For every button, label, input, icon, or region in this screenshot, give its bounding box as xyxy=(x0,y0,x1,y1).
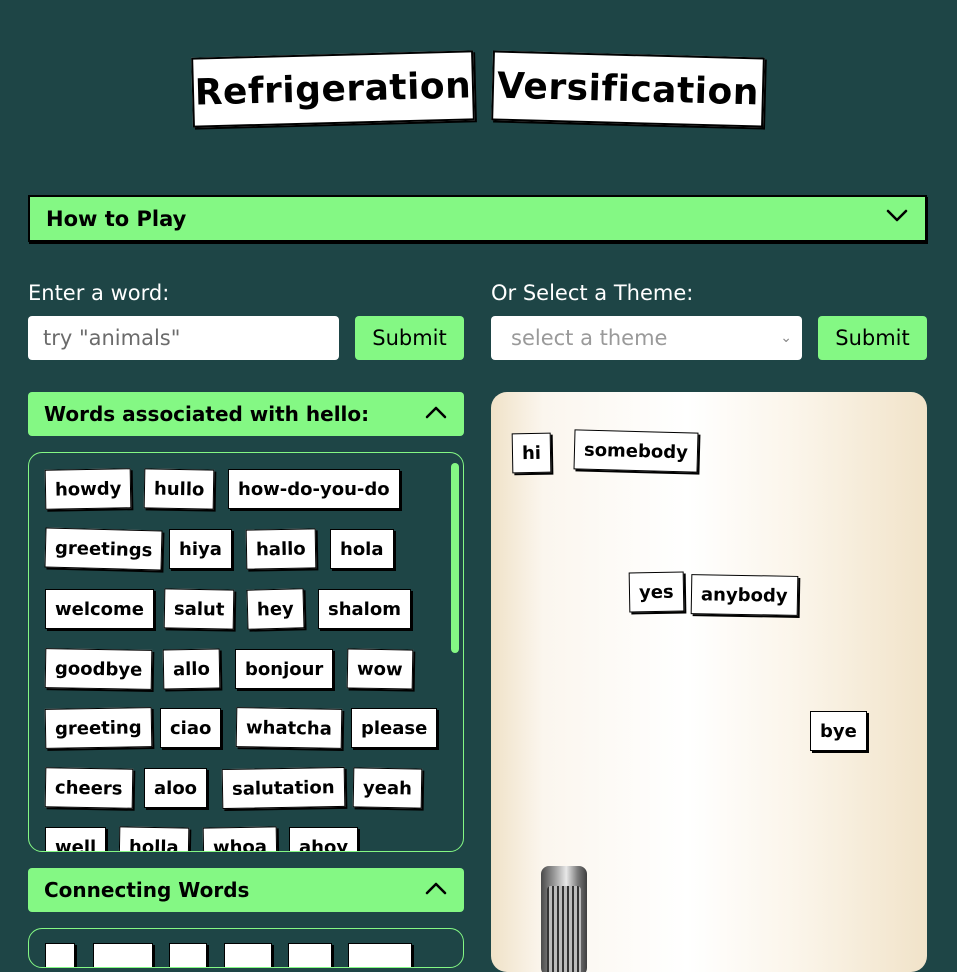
fridge-magnet[interactable]: yes xyxy=(628,571,685,613)
word-magnet[interactable]: hallo xyxy=(245,528,317,570)
word-magnet[interactable] xyxy=(93,943,153,967)
word-magnet[interactable]: allo xyxy=(162,648,221,690)
connecting-words-title: Connecting Words xyxy=(44,878,250,902)
word-magnet[interactable]: bonjour xyxy=(235,649,334,689)
chevron-up-icon xyxy=(424,876,448,905)
theme-submit-button[interactable]: Submit xyxy=(818,316,927,360)
title-magnet-refrigeration: Refrigeration xyxy=(191,50,475,128)
word-magnet[interactable]: salut xyxy=(163,588,235,630)
word-magnet[interactable]: please xyxy=(351,708,438,748)
word-magnet[interactable]: yeah xyxy=(352,767,423,809)
theme-select[interactable]: select a theme ⌄ xyxy=(491,316,802,360)
word-magnet[interactable]: greetings xyxy=(44,527,163,571)
fridge-handle xyxy=(541,866,587,972)
enter-word-label: Enter a word: xyxy=(28,281,170,305)
connecting-words-header[interactable]: Connecting Words xyxy=(28,868,464,912)
select-caret-icon: ⌄ xyxy=(780,330,792,346)
word-magnet[interactable]: hiya xyxy=(169,529,232,569)
word-input[interactable]: try "animals" xyxy=(28,316,339,360)
word-magnet[interactable]: whatcha xyxy=(235,707,343,749)
word-magnet[interactable]: hey xyxy=(246,588,305,630)
word-magnet[interactable]: cheers xyxy=(44,767,133,809)
associated-words-list: howdy hullo how-do-you-do greetings hiya… xyxy=(28,452,464,852)
scrollbar[interactable] xyxy=(451,463,459,653)
how-to-play-label: How to Play xyxy=(46,206,187,231)
word-magnet[interactable] xyxy=(348,943,412,967)
theme-select-label: Or Select a Theme: xyxy=(491,281,694,305)
word-magnet[interactable]: how-do-you-do xyxy=(228,469,400,509)
theme-select-value: select a theme xyxy=(511,326,668,350)
site-title: Refrigeration Versification xyxy=(0,50,957,130)
fridge-magnet[interactable]: anybody xyxy=(690,574,798,616)
word-magnet[interactable]: welcome xyxy=(45,589,155,629)
word-submit-button[interactable]: Submit xyxy=(355,316,464,360)
word-magnet[interactable]: greeting xyxy=(44,707,152,749)
fridge-magnet[interactable]: somebody xyxy=(573,429,699,473)
word-magnet[interactable]: wow xyxy=(346,648,413,690)
word-magnet[interactable]: shalom xyxy=(318,589,411,629)
word-magnet[interactable]: hola xyxy=(330,529,394,569)
word-magnet[interactable]: holla xyxy=(118,826,190,851)
word-magnet[interactable]: whoa xyxy=(202,826,278,851)
word-magnet[interactable]: aloo xyxy=(144,768,208,808)
word-magnet[interactable]: hullo xyxy=(143,468,215,510)
word-magnet[interactable]: ahoy xyxy=(289,827,359,851)
title-magnet-versification: Versification xyxy=(491,50,765,128)
word-magnet[interactable]: well xyxy=(45,827,107,851)
word-magnet[interactable] xyxy=(169,943,207,967)
connecting-words-list xyxy=(28,928,464,968)
chevron-down-icon xyxy=(885,204,909,233)
associated-words-header[interactable]: Words associated with hello: xyxy=(28,392,464,436)
word-magnet[interactable] xyxy=(45,943,75,967)
word-magnet[interactable]: salutation xyxy=(221,766,345,810)
how-to-play-toggle[interactable]: How to Play xyxy=(28,195,927,242)
fridge-magnet[interactable]: hi xyxy=(511,432,552,474)
word-magnet[interactable]: howdy xyxy=(44,468,132,510)
chevron-up-icon xyxy=(424,400,448,429)
word-magnet[interactable] xyxy=(288,943,332,967)
fridge-door[interactable]: hi somebody yes anybody bye xyxy=(491,392,927,972)
word-magnet[interactable] xyxy=(224,943,272,967)
associated-words-title: Words associated with hello: xyxy=(44,402,370,426)
word-magnet[interactable]: goodbye xyxy=(44,648,153,690)
fridge-magnet[interactable]: bye xyxy=(810,711,867,751)
word-magnet[interactable]: ciao xyxy=(160,708,222,748)
